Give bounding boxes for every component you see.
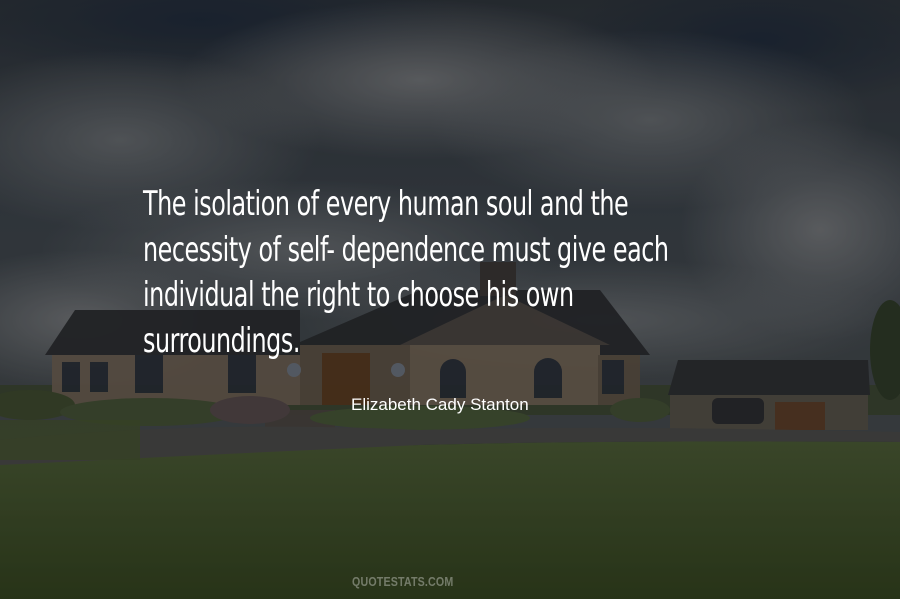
quote-author: Elizabeth Cady Stanton [351, 395, 529, 414]
quote-image: The isolation of every human soul and th… [0, 0, 900, 599]
quote-line: surroundings. [143, 320, 300, 361]
site-watermark: QUOTESTATS.COM [352, 574, 454, 589]
quote-line: necessity of self- dependence must give … [143, 229, 669, 270]
quote-line: The isolation of every human soul and th… [143, 184, 629, 224]
quote-line: individual the right to choose his own [143, 275, 574, 315]
quote-text: The isolation of every human soul and th… [143, 182, 669, 364]
